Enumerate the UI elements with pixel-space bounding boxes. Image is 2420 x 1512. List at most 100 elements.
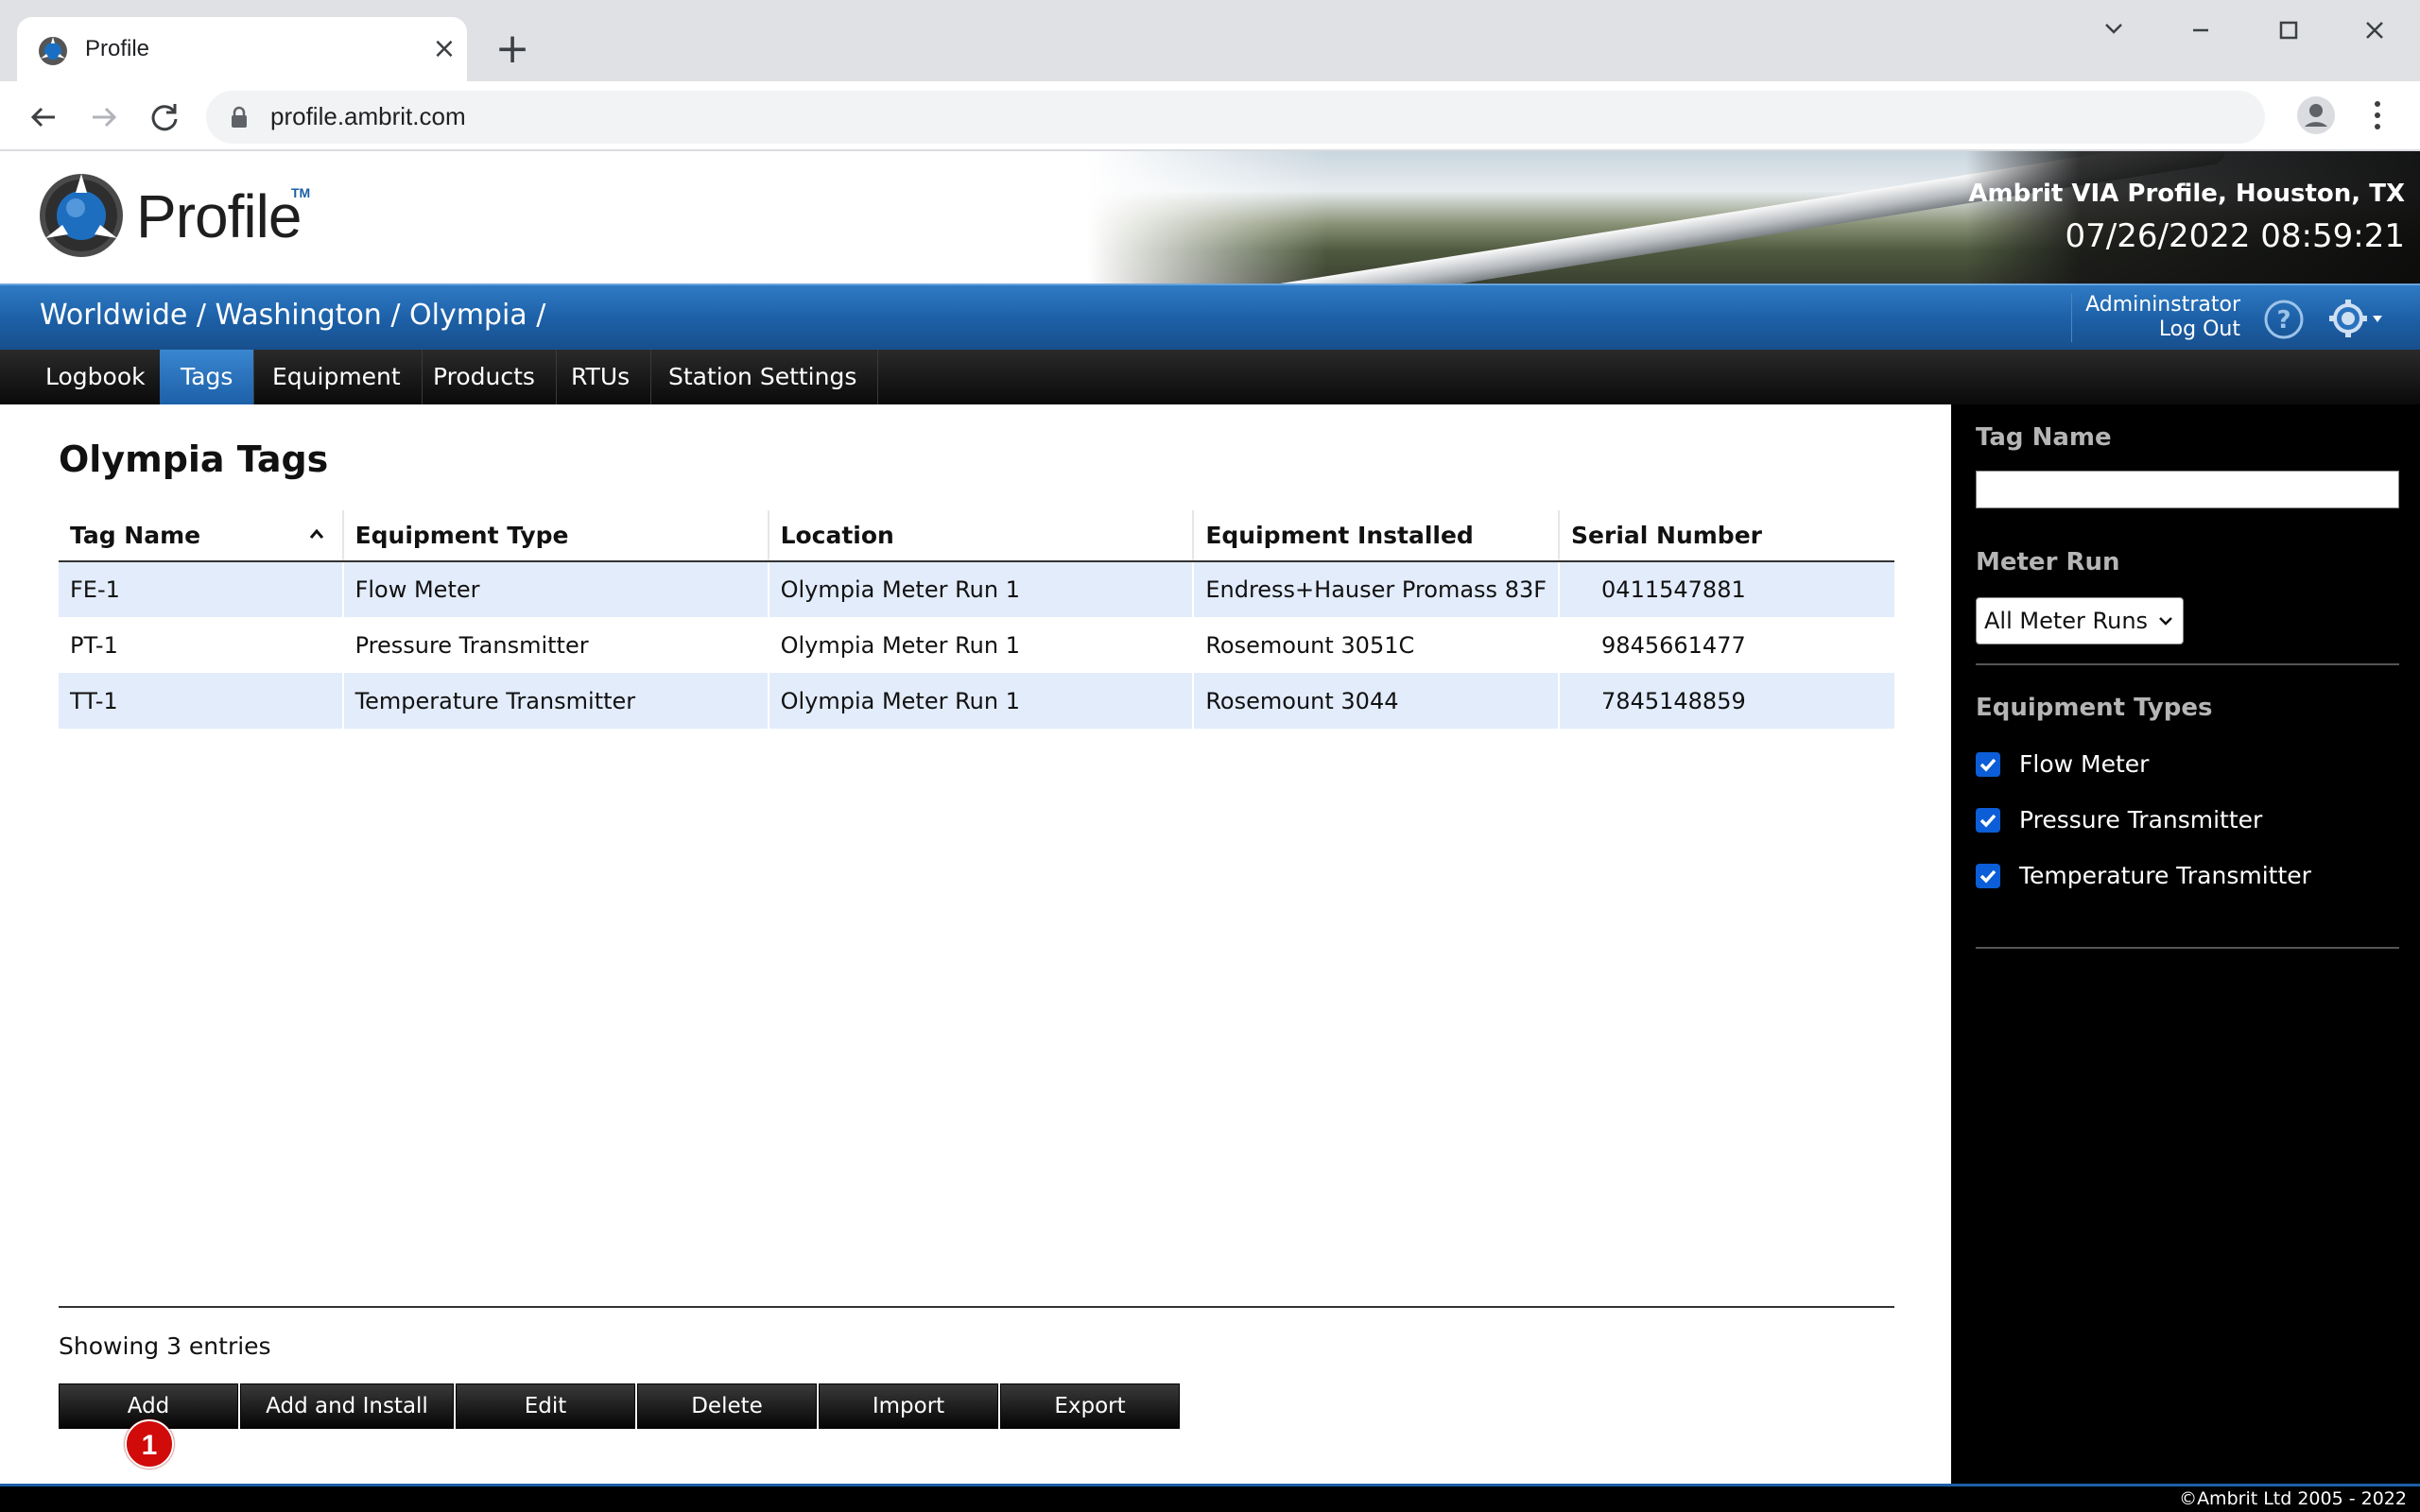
address-bar[interactable]: profile.ambrit.com [206, 91, 2265, 144]
filter-divider [1976, 663, 2399, 665]
reload-icon[interactable] [142, 94, 187, 140]
checkmark-icon [1979, 758, 1996, 772]
back-arrow-icon[interactable] [21, 94, 66, 140]
tab-close-icon[interactable]: × [425, 30, 463, 68]
checkmark-icon [1979, 814, 1996, 828]
gear-icon[interactable] [2327, 297, 2388, 340]
column-header-equipment-type[interactable]: Equipment Type [341, 510, 769, 562]
cell-serial-number: 0411547881 [1558, 561, 1894, 617]
profile-logo-icon[interactable] [38, 172, 125, 259]
sort-ascending-icon[interactable] [308, 527, 325, 541]
tab-search-chevron-icon[interactable] [2085, 9, 2142, 51]
cell-equipment-installed: Rosemount 3044 [1192, 673, 1560, 729]
table-header-row: Tag Name Equipment Type Location Equipme… [59, 510, 1894, 562]
profile-logo-icon [39, 37, 67, 65]
browser-toolbar: profile.ambrit.com [0, 81, 2420, 151]
action-toolbar: Add Add and Install Edit Delete Import E… [59, 1383, 1182, 1429]
kebab-menu-icon[interactable] [2363, 93, 2392, 138]
tab-logbook[interactable]: Logbook [25, 350, 167, 404]
tab-rtus[interactable]: RTUs [550, 350, 652, 404]
tab-title: Profile [85, 36, 150, 61]
cell-equipment-installed: Endress+Hauser Promass 83F [1192, 561, 1560, 617]
main-content: Olympia Tags Tag Name Equipment Type Loc… [0, 404, 1951, 1484]
checkbox-label: Temperature Transmitter [2019, 862, 2311, 889]
tags-table: Tag Name Equipment Type Location Equipme… [59, 510, 1894, 729]
page-title: Olympia Tags [59, 438, 329, 480]
breadcrumb[interactable]: Worldwide / Washington / Olympia / [40, 299, 545, 332]
cell-location: Olympia Meter Run 1 [767, 617, 1194, 673]
tab-station-settings[interactable]: Station Settings [648, 350, 879, 404]
footer: ©Ambrit Ltd 2005 - 2022 [0, 1484, 2420, 1512]
maximize-icon[interactable] [2259, 9, 2316, 51]
minimize-icon[interactable] [2172, 9, 2229, 51]
edit-button[interactable]: Edit [456, 1383, 635, 1429]
export-button[interactable]: Export [1000, 1383, 1180, 1429]
site-datetime: 07/26/2022 08:59:21 [2065, 217, 2405, 255]
tag-name-label: Tag Name [1976, 423, 2112, 452]
logo-trademark: TM [291, 185, 311, 200]
app-header: Profile TM Ambrit VIA Profile, Houston, … [0, 151, 2420, 284]
cell-tag-name: TT-1 [59, 673, 343, 729]
chevron-down-icon [2159, 617, 2172, 626]
table-row[interactable]: FE-1 Flow Meter Olympia Meter Run 1 Endr… [59, 561, 1894, 617]
tab-products[interactable]: Products [412, 350, 557, 404]
checkbox-checked[interactable] [1976, 864, 2000, 888]
browser-tab[interactable]: Profile × [17, 17, 467, 81]
tab-equipment[interactable]: Equipment [251, 350, 423, 404]
cell-equipment-installed: Rosemount 3051C [1192, 617, 1560, 673]
site-name: Ambrit VIA Profile, Houston, TX [1968, 180, 2405, 208]
table-row[interactable]: PT-1 Pressure Transmitter Olympia Meter … [59, 617, 1894, 673]
checkbox-label: Flow Meter [2019, 750, 2150, 778]
meter-run-selected-value: All Meter Runs [1984, 608, 2149, 634]
column-header-location[interactable]: Location [767, 510, 1194, 562]
lock-icon [232, 106, 247, 128]
svg-text:?: ? [2276, 306, 2290, 335]
checkbox-label: Pressure Transmitter [2019, 806, 2263, 833]
column-header-tag-name[interactable]: Tag Name [59, 510, 343, 562]
user-name[interactable]: Admininstrator [2085, 293, 2240, 318]
new-tab-icon[interactable]: + [490, 28, 535, 74]
url-text: profile.ambrit.com [270, 102, 466, 130]
table-divider [59, 1306, 1894, 1308]
meter-run-select[interactable]: All Meter Runs [1976, 597, 2184, 644]
add-and-install-button[interactable]: Add and Install [240, 1383, 454, 1429]
logout-link[interactable]: Log Out [2085, 318, 2240, 342]
checkbox-pressure-transmitter[interactable]: Pressure Transmitter [1976, 804, 2382, 836]
checkbox-checked[interactable] [1976, 808, 2000, 833]
filter-panel: Tag Name Meter Run All Meter Runs Equipm… [1951, 404, 2420, 1484]
checkbox-temperature-transmitter[interactable]: Temperature Transmitter [1976, 860, 2382, 892]
table-row[interactable]: TT-1 Temperature Transmitter Olympia Met… [59, 673, 1894, 729]
close-window-icon[interactable] [2346, 9, 2403, 51]
logo-text: Profile [136, 182, 302, 250]
meter-run-label: Meter Run [1976, 548, 2120, 576]
cell-equipment-type: Pressure Transmitter [341, 617, 769, 673]
cell-tag-name: FE-1 [59, 561, 343, 617]
forward-arrow-icon[interactable] [81, 94, 127, 140]
help-icon[interactable]: ? [2263, 299, 2305, 340]
main-nav: Logbook Tags Equipment Products RTUs Sta… [0, 350, 2420, 404]
cell-location: Olympia Meter Run 1 [767, 673, 1194, 729]
delete-button[interactable]: Delete [637, 1383, 817, 1429]
cell-serial-number: 9845661477 [1558, 617, 1894, 673]
breadcrumb-bar: Worldwide / Washington / Olympia / Admin… [0, 284, 2420, 350]
user-box: Admininstrator Log Out [2071, 293, 2240, 342]
browser-titlebar: Profile × + [0, 0, 2420, 81]
column-header-serial-number[interactable]: Serial Number [1558, 510, 1894, 562]
account-icon[interactable] [2293, 93, 2339, 138]
column-header-equipment-installed[interactable]: Equipment Installed [1192, 510, 1560, 562]
step-badge: 1 [125, 1419, 174, 1469]
cell-serial-number: 7845148859 [1558, 673, 1894, 729]
cell-location: Olympia Meter Run 1 [767, 561, 1194, 617]
checkbox-checked[interactable] [1976, 752, 2000, 777]
cell-equipment-type: Flow Meter [341, 561, 769, 617]
tag-name-input[interactable] [1976, 471, 2399, 508]
cell-equipment-type: Temperature Transmitter [341, 673, 769, 729]
tab-tags[interactable]: Tags [160, 350, 255, 404]
cell-tag-name: PT-1 [70, 631, 118, 659]
entries-count: Showing 3 entries [59, 1332, 271, 1360]
checkmark-icon [1979, 869, 1996, 884]
copyright: ©Ambrit Ltd 2005 - 2022 [2179, 1488, 2407, 1509]
filter-divider [1976, 947, 2399, 949]
checkbox-flow-meter[interactable]: Flow Meter [1976, 748, 2382, 781]
import-button[interactable]: Import [819, 1383, 998, 1429]
